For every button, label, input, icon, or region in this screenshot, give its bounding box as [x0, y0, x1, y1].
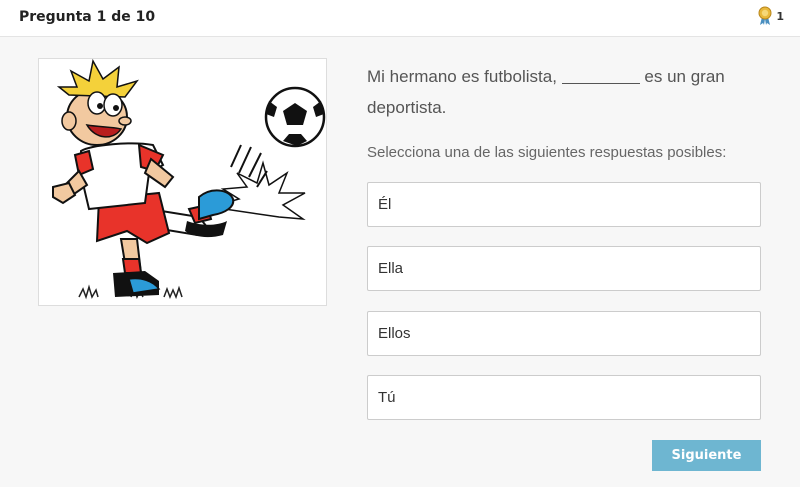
- question-counter: Pregunta 1 de 10: [19, 9, 156, 25]
- next-button[interactable]: Siguiente: [652, 440, 761, 471]
- answer-blank: [561, 65, 640, 84]
- instruction-text: Selecciona una de las siguientes respues…: [367, 144, 727, 161]
- question-text-before-blank: Mi hermano es futbolista,: [367, 67, 557, 86]
- answer-option-tu[interactable]: Tú: [367, 375, 761, 420]
- answer-option-ella[interactable]: Ella: [367, 246, 761, 291]
- answer-option-ellos[interactable]: Ellos: [367, 311, 761, 356]
- score-indicator: 1: [757, 6, 784, 30]
- question-text: Mi hermano es futbolista, es un gran dep…: [367, 61, 767, 123]
- award-ribbon-icon: [757, 6, 773, 30]
- question-illustration: [38, 58, 327, 306]
- score-count: 1: [776, 9, 784, 23]
- answer-option-el[interactable]: Él: [367, 182, 761, 227]
- top-bar: Pregunta 1 de 10 1: [0, 0, 800, 37]
